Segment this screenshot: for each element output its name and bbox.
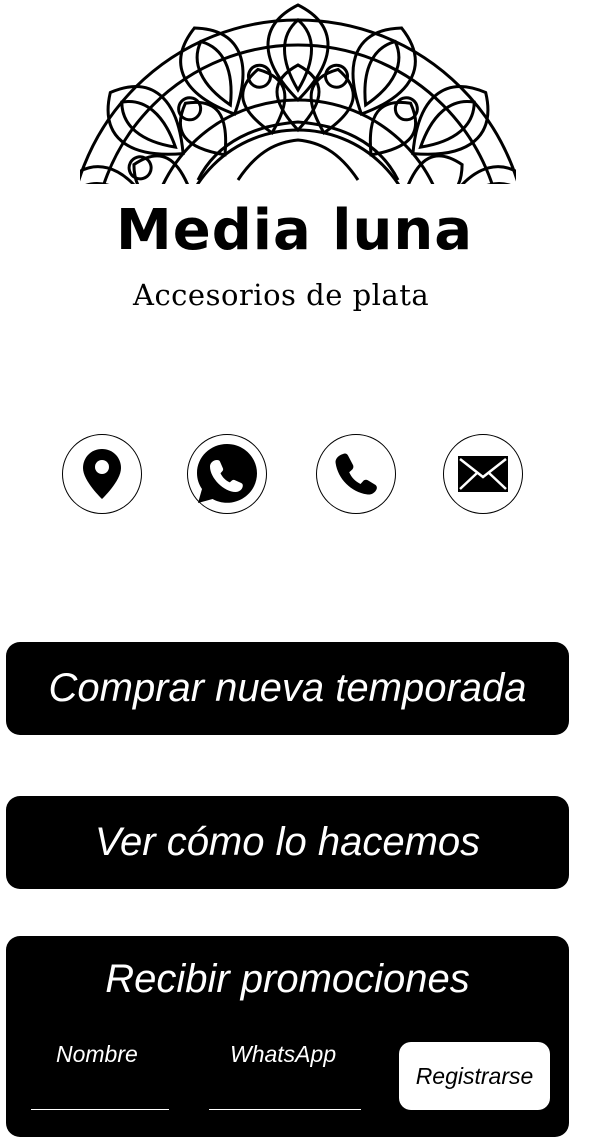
email-icon bbox=[458, 456, 508, 492]
shop-new-season-label: Comprar nueva temporada bbox=[48, 666, 527, 710]
mandala-logo bbox=[80, 0, 516, 184]
register-button[interactable]: Registrarse bbox=[399, 1042, 550, 1110]
shop-new-season-button[interactable]: Comprar nueva temporada bbox=[6, 642, 569, 735]
whatsapp-label: WhatsApp bbox=[230, 1041, 337, 1067]
whatsapp-icon bbox=[197, 444, 257, 503]
location-button[interactable] bbox=[62, 434, 142, 514]
mandala-icon bbox=[80, 3, 516, 184]
location-pin-icon bbox=[83, 449, 121, 499]
whatsapp-button[interactable] bbox=[187, 434, 267, 514]
how-we-make-it-label: Ver cómo lo hacemos bbox=[94, 820, 481, 864]
email-button[interactable] bbox=[443, 434, 523, 514]
name-field[interactable] bbox=[31, 1074, 169, 1110]
phone-icon bbox=[335, 453, 377, 495]
phone-button[interactable] bbox=[316, 434, 396, 514]
name-label: Nombre bbox=[56, 1041, 138, 1067]
whatsapp-field[interactable] bbox=[209, 1074, 361, 1110]
how-we-make-it-button[interactable]: Ver cómo lo hacemos bbox=[6, 796, 569, 889]
promo-signup-panel: Recibir promociones Nombre WhatsApp Regi… bbox=[6, 936, 569, 1137]
promo-title: Recibir promociones bbox=[105, 957, 470, 1001]
brand-title: Media luna bbox=[116, 198, 473, 263]
brand-subtitle: Accesorios de plata bbox=[133, 278, 430, 312]
